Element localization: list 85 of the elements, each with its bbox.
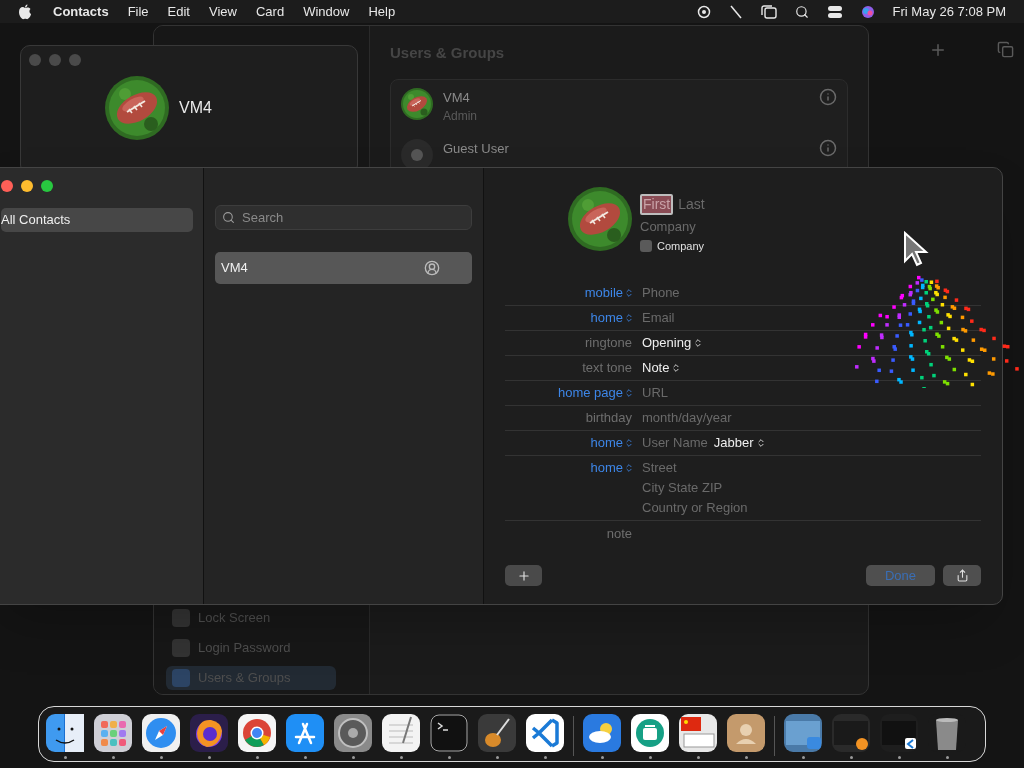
label-popup[interactable]: home [590, 458, 634, 478]
sidebar-item-icon [172, 639, 190, 657]
first-name-field[interactable]: First [640, 194, 674, 215]
guitar-icon[interactable] [477, 713, 517, 753]
contact-book-icon[interactable] [726, 713, 766, 753]
menu-item[interactable]: Window [303, 1, 350, 22]
gear-icon[interactable] [333, 713, 373, 753]
info-icon[interactable] [819, 139, 837, 157]
pointer-cursor-icon [903, 231, 929, 269]
field-label: ringtone [585, 334, 633, 353]
company-field[interactable]: Company [640, 217, 705, 237]
copy-icon[interactable] [997, 41, 1014, 58]
company-checkbox[interactable] [640, 239, 652, 252]
window-thumbnail-icon[interactable] [783, 713, 823, 753]
chevron-updown-icon [624, 438, 634, 448]
group-item[interactable]: All Contacts [1, 208, 193, 232]
placeholder-field[interactable]: Phone [642, 283, 680, 303]
label-popup[interactable]: home page [557, 383, 634, 403]
orb-icon[interactable] [860, 4, 875, 19]
label-popup[interactable]: mobile [584, 283, 634, 303]
field-label: birthday [585, 409, 633, 428]
value-popup[interactable]: Note [642, 358, 682, 378]
contact-row[interactable]: VM4 [215, 252, 472, 284]
terminal-icon[interactable] [429, 713, 469, 753]
ring-icon[interactable] [237, 713, 277, 753]
placeholder-field[interactable]: month/day/year [642, 408, 732, 428]
search-icon [222, 211, 235, 224]
label-popup[interactable]: home [590, 433, 634, 453]
sidebar-item-icon [172, 669, 190, 687]
menu-bar-clock[interactable]: Fri May 26 7:08 PM [892, 1, 1006, 22]
apple-logo-icon[interactable] [18, 3, 32, 20]
share-icon [955, 569, 969, 582]
window-thumbnail-icon[interactable] [831, 713, 871, 753]
info-icon[interactable] [819, 87, 837, 106]
chevron-updown-icon [624, 463, 634, 473]
share-button[interactable] [943, 565, 981, 586]
last-name-field[interactable]: Last [678, 194, 705, 215]
placeholder-field[interactable]: User Name [642, 433, 708, 453]
plus-icon [516, 568, 531, 583]
close-button[interactable] [1, 180, 13, 192]
placeholder-field[interactable]: Street [642, 458, 748, 478]
user-name: VM4 [443, 88, 471, 107]
user-role: Admin [443, 108, 477, 125]
sidebar-item-icon [172, 609, 190, 627]
menu-item[interactable]: Help [368, 1, 396, 22]
placeholder-field[interactable]: Email [642, 308, 675, 328]
chevron-updown-icon [671, 363, 682, 373]
checkbox-label: Company [657, 238, 705, 254]
menu-item[interactable]: View [209, 1, 237, 22]
status-icon[interactable] [696, 4, 711, 19]
placeholder-field[interactable]: City State ZIP [642, 478, 748, 498]
code-brackets-icon[interactable] [525, 713, 565, 753]
cloud-sun-icon[interactable] [582, 713, 622, 753]
chevron-updown-icon [624, 313, 634, 323]
add-field-button[interactable] [505, 565, 542, 586]
chevron-updown-icon [624, 388, 634, 398]
zoom-button[interactable] [41, 180, 53, 192]
flag-keyboard-icon[interactable] [678, 713, 718, 753]
app-grid-icon[interactable] [93, 713, 133, 753]
menu-item[interactable]: File [127, 1, 149, 22]
user-name: VM4 [179, 98, 212, 118]
windows-icon[interactable] [760, 4, 777, 19]
label-popup[interactable]: home [590, 308, 634, 328]
chevron-updown-icon [624, 288, 634, 298]
menu-item[interactable]: Card [255, 1, 285, 22]
placeholder-field[interactable]: URL [642, 383, 668, 403]
search-icon[interactable] [794, 4, 809, 19]
chevron-updown-icon [693, 338, 704, 348]
notepad-icon[interactable] [381, 713, 421, 753]
minimize-button[interactable] [21, 180, 33, 192]
person-icon [424, 260, 440, 276]
chevron-updown-icon [755, 438, 766, 448]
smiling-face-icon[interactable] [45, 713, 85, 753]
compass-icon[interactable] [141, 713, 181, 753]
stack-icon[interactable] [630, 713, 670, 753]
control-center-icon[interactable] [826, 4, 843, 19]
search-field[interactable]: Search [215, 205, 472, 230]
app-menu[interactable]: Contacts [53, 1, 109, 22]
value-popup[interactable]: Opening [642, 333, 704, 353]
user-name: Guest User [443, 140, 509, 158]
placeholder-field[interactable]: Country or Region [642, 498, 748, 518]
menu-item[interactable]: Edit [167, 1, 190, 22]
field-label: text tone [582, 359, 633, 378]
value-popup[interactable]: Jabber [713, 433, 766, 453]
field-label: note [606, 524, 633, 543]
